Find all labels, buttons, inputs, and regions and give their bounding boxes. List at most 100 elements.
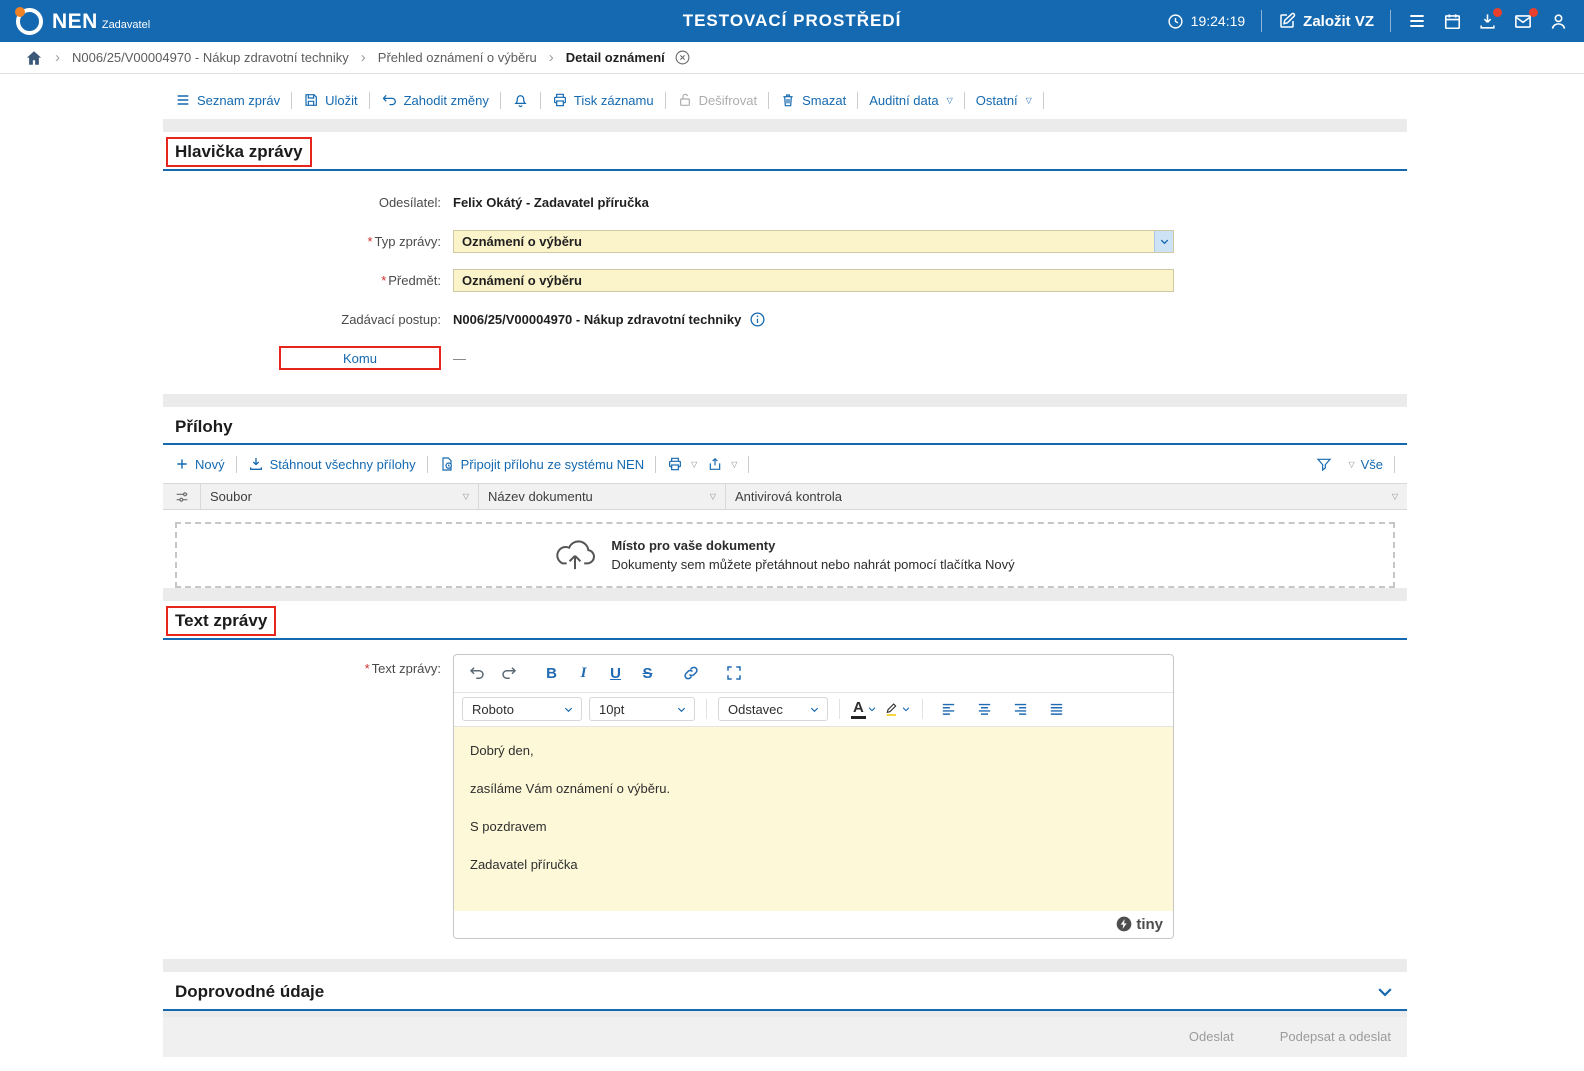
column-header-antivirova-kontrola[interactable]: Antivirová kontrola▽ <box>726 484 1407 509</box>
column-chooser-button[interactable] <box>163 484 201 509</box>
print-icon <box>667 456 683 472</box>
expand-chevron-icon[interactable] <box>1375 982 1395 1002</box>
close-icon[interactable] <box>674 49 691 66</box>
seznam-zprav-button[interactable]: Seznam zpráv <box>175 92 280 108</box>
separator <box>1390 10 1391 32</box>
link-button[interactable] <box>676 660 705 687</box>
undo-button[interactable] <box>462 660 491 687</box>
chevron-down-icon: ▽ <box>1348 460 1354 469</box>
filter-caret-icon[interactable]: ▽ <box>463 492 469 501</box>
section-header: Hlavička zprávy <box>163 132 1407 171</box>
page-content: Seznam zpráv Uložit Zahodit změny Tisk z… <box>163 81 1407 1057</box>
section-title: Text zprávy <box>166 606 276 636</box>
bell-icon <box>512 92 529 109</box>
edit-icon <box>1278 12 1296 30</box>
attach-document-icon <box>439 456 455 472</box>
chevron-down-icon: ▽ <box>947 96 953 105</box>
section-header: Doprovodné údaje <box>163 972 1407 1011</box>
form-row-odesilatel: Odesílatel: Felix Okátý - Zadavatel přír… <box>163 183 1407 222</box>
logo-subtext: Zadavatel <box>102 20 150 32</box>
desifrovat-button[interactable]: Dešifrovat <box>677 92 758 108</box>
breadcrumb-separator: › <box>55 49 60 66</box>
breadcrumb-item-procedure[interactable]: N006/25/V00004970 - Nákup zdravotní tech… <box>72 50 349 65</box>
section-title: Doprovodné údaje <box>175 982 324 1002</box>
unlock-icon <box>677 92 693 108</box>
tinymce-logo[interactable]: tiny <box>1116 916 1163 933</box>
novy-button[interactable]: Nový <box>175 457 225 472</box>
breadcrumb-item-overview[interactable]: Přehled oznámení o výběru <box>378 50 537 65</box>
download-icon <box>248 456 264 472</box>
typ-zpravy-label: *Typ zprávy: <box>163 234 453 249</box>
calendar-icon[interactable] <box>1443 12 1462 31</box>
predmet-input[interactable]: Oznámení o výběru <box>453 269 1174 292</box>
chevron-down-icon: ▽ <box>731 460 737 469</box>
column-header-nazev-dokumentu[interactable]: Název dokumentu▽ <box>479 484 726 509</box>
info-icon[interactable] <box>749 311 766 328</box>
print-attachments-menu[interactable]: ▽ <box>667 456 697 472</box>
block-format-select[interactable]: Odstavec <box>718 697 828 721</box>
highlight-color-button[interactable] <box>884 701 911 717</box>
zalozit-vz-button[interactable]: Založit VZ <box>1278 12 1374 30</box>
align-right-button[interactable] <box>1006 696 1035 723</box>
export-attachments-menu[interactable]: ▽ <box>707 456 737 472</box>
redo-button[interactable] <box>494 660 523 687</box>
downloads-icon[interactable] <box>1478 12 1497 31</box>
komu-link[interactable]: Komu <box>279 346 441 370</box>
bold-button[interactable]: B <box>537 660 566 687</box>
plus-icon <box>175 457 189 471</box>
undo-icon <box>381 92 398 108</box>
filter-button[interactable] <box>1316 456 1332 472</box>
save-icon <box>303 92 319 108</box>
form-row-typ-zpravy: *Typ zprávy: Oznámení o výběru <box>163 222 1407 261</box>
separator <box>706 699 707 719</box>
notification-bell-button[interactable] <box>512 92 529 109</box>
font-size-select[interactable]: 10pt <box>589 697 695 721</box>
clock-time: 19:24:19 <box>1191 13 1246 29</box>
typ-zpravy-select[interactable]: Oznámení o výběru <box>453 230 1174 253</box>
align-justify-button[interactable] <box>1042 696 1071 723</box>
list-icon <box>175 92 191 108</box>
hlavicka-form: Odesílatel: Felix Okátý - Zadavatel přír… <box>163 171 1407 394</box>
column-header-soubor[interactable]: Soubor▽ <box>201 484 479 509</box>
home-icon[interactable] <box>25 49 43 67</box>
align-center-button[interactable] <box>970 696 999 723</box>
font-family-select[interactable]: Roboto <box>462 697 582 721</box>
podepsat-a-odeslat-button[interactable]: Podepsat a odeslat <box>1280 1029 1391 1044</box>
section-title: Přílohy <box>175 417 233 437</box>
pripojit-prilohu-button[interactable]: Připojit přílohu ze systému NEN <box>439 456 645 472</box>
vse-filter-menu[interactable]: ▽ Vše <box>1346 457 1383 472</box>
auditni-data-menu[interactable]: Auditní data▽ <box>869 93 953 108</box>
user-icon[interactable] <box>1549 12 1568 31</box>
dropzone-title: Místo pro vaše dokumenty <box>611 536 1014 555</box>
align-left-button[interactable] <box>934 696 963 723</box>
messages-icon[interactable] <box>1513 12 1533 31</box>
downloads-badge <box>1493 8 1502 17</box>
separator <box>768 92 769 109</box>
ulozit-button[interactable]: Uložit <box>303 92 358 108</box>
stahnout-vsechny-button[interactable]: Stáhnout všechny přílohy <box>248 456 416 472</box>
zahodit-zmeny-button[interactable]: Zahodit změny <box>381 92 489 108</box>
rich-text-editor: B I U S Roboto 10pt <box>453 654 1174 939</box>
export-icon <box>707 456 723 472</box>
chevron-down-icon <box>901 704 911 714</box>
chevron-down-icon[interactable] <box>1154 231 1173 252</box>
documents-dropzone[interactable]: Místo pro vaše dokumenty Dokumenty sem m… <box>175 522 1395 588</box>
underline-button[interactable]: U <box>601 660 630 687</box>
tisk-zaznamu-button[interactable]: Tisk záznamu <box>552 92 654 108</box>
filter-caret-icon[interactable]: ▽ <box>710 492 716 501</box>
menu-icon[interactable] <box>1407 11 1427 31</box>
separator <box>500 92 501 109</box>
smazat-button[interactable]: Smazat <box>780 92 846 108</box>
ostatni-menu[interactable]: Ostatní▽ <box>976 93 1032 108</box>
section-prilohy: Přílohy Nový Stáhnout všechny přílohy Př… <box>163 407 1407 589</box>
filter-funnel-icon <box>1316 456 1332 472</box>
fullscreen-button[interactable] <box>719 660 748 687</box>
strikethrough-button[interactable]: S <box>633 660 662 687</box>
odeslat-button[interactable]: Odeslat <box>1189 1029 1234 1044</box>
nen-logo[interactable]: NEN Zadavatel <box>16 8 150 35</box>
text-color-button[interactable]: A <box>851 700 877 719</box>
italic-button[interactable]: I <box>569 660 598 687</box>
separator <box>236 456 237 473</box>
editor-content-area[interactable]: Dobrý den, zasíláme Vám oznámení o výběr… <box>454 727 1173 911</box>
filter-caret-icon[interactable]: ▽ <box>1392 492 1398 501</box>
